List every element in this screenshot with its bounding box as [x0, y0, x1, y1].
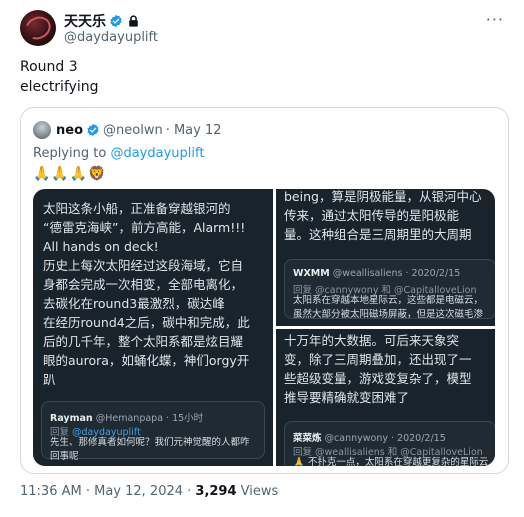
image-left-line: 眼的aurora，如蛹化蝶，神们orgy开 [43, 353, 250, 368]
tweet-text-line: Round 3 [20, 59, 78, 75]
image-left-text: 太阳这条小船，正准备穿越银河的 “德雷克海峡”，前方高能，Alarm!!! Al… [43, 199, 268, 389]
quoted-name: neo [56, 122, 84, 138]
quoted-emojis: 🙏🙏🙏🦁 [33, 166, 107, 182]
more-icon[interactable]: ··· [486, 10, 504, 29]
image-rb-text: 十万年的大数据。可后来天象突 变，除了三周期叠加，还出现了一 些超级变量，游戏变… [284, 331, 495, 407]
media-image-right-top[interactable]: being，算是阴极能量，从银河中心 传来，通过太阳传导的是阳极能 量。这种组合… [276, 189, 495, 326]
image-left-line: “德雷克海峡”，前方高能，Alarm!!! [43, 220, 246, 235]
image-rt-line: 传来，通过太阳传导的是阳极能 [284, 208, 460, 223]
image-rt-line: 量。这种组合是三周期里的大周期 [284, 227, 472, 242]
quoted-date: · May 12 [165, 122, 222, 138]
embedded-reply-handle: @Hemanpapa · 15小时 [95, 413, 204, 424]
media-right-column: being，算是阴极能量，从银河中心 传来，通过太阳传导的是阳极能 量。这种组合… [276, 189, 495, 466]
verified-badge-icon [110, 14, 122, 28]
replying-to-prefix: Replying to [33, 146, 111, 161]
image-left-line: 后的几千年，整个太阳系都是炫目耀 [43, 334, 244, 349]
author-avatar[interactable] [20, 10, 56, 46]
embedded-reply-user: WXMM @weallisaliens · 2020/2/15 [293, 268, 460, 279]
tweet-text-line: electrifying [20, 79, 99, 95]
quoted-header: neo @neolwn · May 12 [33, 121, 222, 139]
tweet-timestamp[interactable]: 11:36 AM · May 12, 2024 · [20, 484, 195, 499]
image-rb-line: 推导要精确就变困难了 [284, 390, 410, 405]
tweet-header: 天天乐 @daydayuplift ··· [20, 8, 510, 52]
tweet-body: Round 3 electrifying [20, 57, 99, 97]
embedded-reply-text: 🙏 不扑克一点，太阳系在穿越更复杂的星际云 [293, 456, 488, 466]
embedded-reply-card: WXMM @weallisaliens · 2020/2/15 回复 @cann… [284, 259, 495, 322]
image-left-line: 身都会完成一次相变，全部电离化， [43, 277, 244, 292]
tweet-footer: 11:36 AM · May 12, 2024 · 3,294 Views [20, 484, 278, 499]
embedded-reply-text: 先生、那修真者如何呢？我们元神觉醒的人都咋 回事呢 [50, 436, 250, 464]
quoted-tweet[interactable]: neo @neolwn · May 12 Replying to @dayday… [20, 107, 509, 474]
embedded-reply-card: Rayman @Hemanpapa · 15小时 回复 @daydayuplif… [41, 401, 265, 462]
author-handle[interactable]: @daydayuplift [64, 30, 158, 45]
embedded-reply-name: Rayman [50, 413, 93, 424]
embedded-reply-user: 菜菜炼 @cannywony · 2020/2/15 [293, 430, 446, 444]
image-left-line: 太阳这条小船，正准备穿越银河的 [43, 201, 231, 216]
image-left-line: All hands on deck! [43, 239, 159, 254]
embedded-reply-name: 菜菜炼 [293, 433, 322, 444]
embedded-reply-user: Rayman @Hemanpapa · 15小时 [50, 410, 203, 424]
view-count: 3,294 [195, 484, 237, 499]
embedded-reply-name: WXMM [293, 268, 330, 279]
replying-to: Replying to @daydayuplift [33, 146, 204, 161]
embedded-reply-line: 虽然大部分被太阳磁场屏蔽，但是这次磁毛渗 [293, 309, 484, 320]
author-name[interactable]: 天天乐 [64, 11, 106, 31]
quoted-handle: @neolwn [103, 122, 163, 138]
image-rt-text: being，算是阴极能量，从银河中心 传来，通过太阳传导的是阳极能 量。这种组合… [284, 189, 495, 244]
quoted-avatar [33, 121, 51, 139]
media-grid: 太阳这条小船，正准备穿越银河的 “德雷克海峡”，前方高能，Alarm!!! Al… [33, 189, 495, 466]
embedded-reply-line: 太阳系在穿越本地星际云，这些都是电磁云， [293, 295, 484, 306]
verified-badge-icon [87, 123, 99, 137]
media-image-left[interactable]: 太阳这条小船，正准备穿越银河的 “德雷克海峡”，前方高能，Alarm!!! Al… [33, 189, 273, 466]
embedded-reply-text: 太阳系在穿越本地星际云，这些都是电磁云， 虽然大部分被太阳磁场屏蔽，但是这次磁毛… [293, 294, 483, 322]
author-name-row[interactable]: 天天乐 [64, 11, 139, 31]
image-left-line: 在经历round4之后，碳中和完成，此 [43, 315, 250, 330]
image-rb-line: 十万年的大数据。可后来天象突 [284, 333, 460, 348]
image-rt-line: being，算是阴极能量，从银河中心 [284, 189, 482, 204]
embedded-reply-handle: @cannywony · 2020/2/15 [324, 433, 446, 444]
image-left-line: 趴 [43, 372, 56, 387]
embedded-reply-line: 回事呢 [50, 451, 79, 462]
embedded-reply-handle: @weallisaliens · 2020/2/15 [332, 268, 461, 279]
image-left-line: 去碳化在round3最激烈，碳达峰 [43, 296, 225, 311]
replying-to-link[interactable]: @daydayuplift [110, 146, 204, 161]
views-label: Views [236, 484, 279, 499]
image-rb-line: 些超级变量，游戏变复杂了，模型 [284, 371, 472, 386]
embedded-reply-card: 菜菜炼 @cannywony · 2020/2/15 回复 @weallisal… [284, 421, 495, 466]
media-image-right-bottom[interactable]: 十万年的大数据。可后来天象突 变，除了三周期叠加，还出现了一 些超级变量，游戏变… [276, 329, 495, 466]
image-left-line: 历史上每次太阳经过这段海域，它自 [43, 258, 244, 273]
image-rb-line: 变，除了三周期叠加，还出现了一 [284, 352, 472, 367]
embedded-reply-line: 🙏 不扑克一点，太阳系在穿越更复杂的星际云 [293, 457, 489, 466]
lock-icon [129, 15, 138, 27]
embedded-reply-line: 先生、那修真者如何呢？我们元神觉醒的人都咋 [50, 437, 250, 448]
